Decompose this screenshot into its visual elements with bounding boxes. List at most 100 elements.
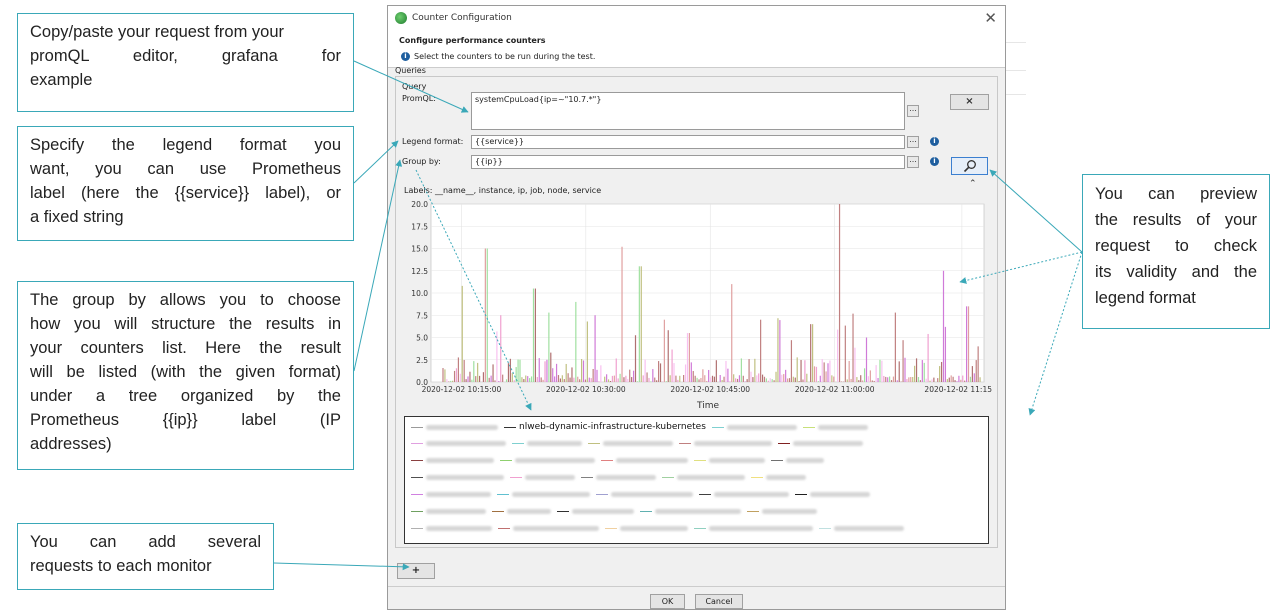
legend-item (778, 439, 863, 448)
legend-item-blurred (426, 441, 506, 446)
cancel-button[interactable]: Cancel (695, 594, 743, 609)
legend-item-blurred (426, 509, 486, 514)
legend-item-blurred (762, 509, 817, 514)
callout-line: want, you can use Prometheus (30, 160, 341, 178)
magnifier-icon (963, 160, 976, 173)
legend-item-blurred (603, 441, 673, 446)
legend-item (497, 490, 590, 499)
y-tick-label: 10.0 (411, 289, 428, 298)
group-by-input[interactable]: {{ip}} (471, 155, 905, 169)
legend-row (411, 507, 823, 519)
chart-svg: 0.02.55.07.510.012.515.017.520.0 2020-12… (411, 200, 999, 411)
queries-label: Queries (395, 66, 426, 75)
legend-swatch (662, 477, 674, 478)
legend-item (411, 490, 491, 499)
legend-item (411, 524, 492, 533)
legend-item-blurred (793, 441, 863, 446)
legend-item-blurred (426, 475, 504, 480)
legend-item-blurred (786, 458, 824, 463)
callout-line: addresses) (30, 435, 112, 453)
legend-item: nlweb-dynamic-infrastructure-kubernetes (504, 422, 706, 432)
legend-item (500, 456, 595, 465)
legend-item (662, 473, 745, 482)
legend-item-blurred (714, 492, 789, 497)
info-icon: i (401, 52, 410, 61)
legend-swatch (411, 443, 423, 444)
chart-legend: nlweb-dynamic-infrastructure-kubernetes (404, 416, 989, 544)
legend-item-blurred (709, 526, 813, 531)
legend-swatch (699, 494, 711, 495)
legend-swatch (512, 443, 524, 444)
legend-item-blurred (677, 475, 745, 480)
preview-chart: 0.0 2.5 5.0 7.5 10.0 12.5 15.0 17.5 20.0 2020-12… (402, 200, 1000, 416)
app-logo-icon (395, 12, 407, 24)
y-tick-label: 12.5 (411, 267, 428, 276)
legend-item-blurred (426, 492, 491, 497)
x-tick-label: 2020-12-02 10:15:00 (422, 385, 502, 394)
promql-browse-button[interactable]: ... (907, 105, 919, 117)
legend-swatch (679, 443, 691, 444)
collapse-chevron-icon[interactable]: ⌃ (969, 179, 977, 189)
arrow-preview-legend (1028, 251, 1083, 416)
delete-query-button[interactable]: × (950, 94, 989, 110)
legend-item (795, 490, 870, 499)
ok-button[interactable]: OK (650, 594, 685, 609)
callout-line: a fixed string (30, 208, 124, 226)
legend-swatch (819, 528, 831, 529)
callout-line: legend format (1095, 289, 1196, 307)
legend-item-blurred (817, 424, 868, 430)
legend-swatch (778, 443, 790, 444)
legend-item-blurred (834, 526, 904, 531)
x-tick-label: 2020-12-02 10:45:00 (670, 385, 750, 394)
legend-item (699, 490, 789, 499)
legend-item-blurred (515, 458, 595, 463)
callout-line: under a tree organized by the (30, 387, 341, 405)
labels-line: Labels: __name__, instance, ip, job, nod… (404, 186, 602, 195)
legend-swatch (411, 494, 423, 495)
legend-item-blurred (426, 526, 492, 531)
legend-item-blurred (426, 458, 494, 463)
group-by-browse-button[interactable]: ... (907, 156, 919, 168)
promql-input[interactable]: systemCpuLoad{ip=~"10.7.*"} (471, 92, 905, 130)
background-line (1006, 42, 1026, 43)
y-tick-label: 2.5 (416, 356, 428, 365)
legend-row (411, 439, 869, 451)
title-bar: Counter Configuration ✕ (388, 6, 1005, 30)
legend-item-label: nlweb-dynamic-infrastructure-kubernetes (519, 422, 706, 432)
promql-label: PromQL: (402, 94, 436, 103)
legend-format-info-icon[interactable]: i (930, 137, 939, 146)
header-title: Configure performance counters (399, 36, 546, 45)
legend-item-blurred (426, 424, 498, 430)
callout-copy-paste: Copy/paste your request from your promQL… (17, 13, 354, 112)
legend-format-browse-button[interactable]: ... (907, 136, 919, 148)
header-subtitle: Select the counters to be run during the… (414, 52, 596, 61)
group-by-info-icon[interactable]: i (930, 157, 939, 166)
legend-item (411, 456, 494, 465)
legend-item-blurred (572, 509, 634, 514)
callout-group-by: The group by allows you to choose how yo… (17, 281, 354, 470)
legend-swatch (500, 460, 512, 461)
callout-line: your counters list. Here the result (30, 339, 341, 357)
legend-item (751, 473, 806, 482)
query-label: Query (402, 82, 427, 91)
legend-item-blurred (513, 526, 599, 531)
legend-swatch (694, 528, 706, 529)
legend-swatch (557, 511, 569, 512)
add-query-button[interactable]: + (397, 563, 435, 579)
legend-item (711, 423, 797, 432)
legend-item (679, 439, 772, 448)
legend-item (512, 439, 582, 448)
legend-item (492, 507, 551, 516)
legend-swatch (747, 511, 759, 512)
legend-item (411, 473, 504, 482)
legend-row (411, 456, 830, 468)
close-icon[interactable]: ✕ (984, 9, 997, 27)
x-axis-title: Time (696, 401, 719, 411)
callout-line: Specify the legend format you (30, 136, 341, 154)
legend-format-input[interactable]: {{service}} (471, 135, 905, 149)
legend-swatch (411, 477, 423, 478)
preview-button[interactable] (951, 157, 988, 175)
dialog-title: Counter Configuration (412, 13, 512, 23)
legend-swatch (795, 494, 807, 495)
legend-item (588, 439, 673, 448)
